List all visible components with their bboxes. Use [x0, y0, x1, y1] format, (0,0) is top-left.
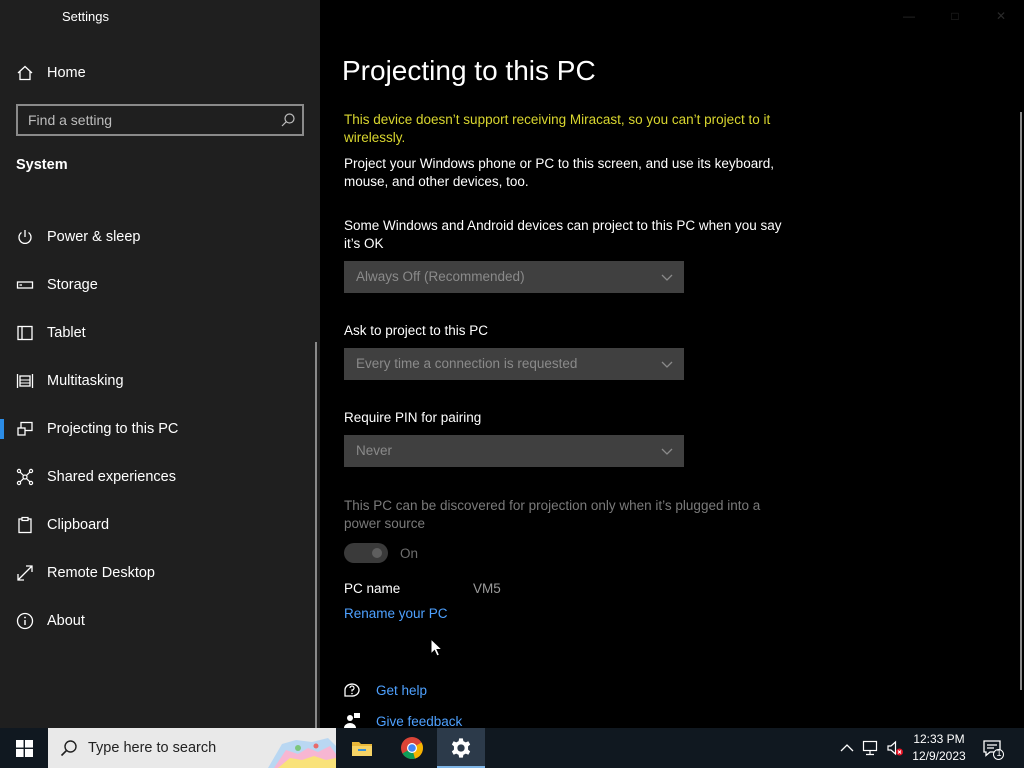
taskbar: Type here to search 12:33 PM 12/9/2023 1: [0, 728, 1024, 768]
search-highlight-illustration-icon: [268, 738, 336, 768]
close-icon: ✕: [995, 9, 1007, 23]
search-icon: [60, 740, 77, 757]
sidebar-item-label: Storage: [47, 277, 98, 293]
chrome-icon: [401, 737, 423, 760]
sidebar-item-label: Projecting to this PC: [47, 421, 179, 437]
chevron-up-icon[interactable]: [838, 739, 856, 757]
network-icon[interactable]: [862, 739, 880, 757]
get-help-link[interactable]: Get help: [376, 683, 427, 698]
require-pin-dropdown[interactable]: Never: [344, 435, 684, 467]
dropdown-value: Never: [356, 443, 393, 458]
search-box: [16, 104, 304, 136]
mouse-cursor-icon: [430, 638, 444, 657]
ask-to-project-label: Ask to project to this PC: [344, 323, 489, 338]
sidebar-item-clipboard[interactable]: Clipboard: [0, 505, 320, 545]
sidebar-item-label: Multitasking: [47, 373, 124, 389]
minimize-icon: —: [903, 9, 915, 23]
sidebar-item-remote-desktop[interactable]: Remote Desktop: [0, 553, 320, 593]
ask-to-project-dropdown[interactable]: Every time a connection is requested: [344, 348, 684, 380]
section-title: System: [16, 157, 68, 173]
clock-time: 12:33 PM: [913, 732, 965, 746]
start-button[interactable]: [0, 728, 48, 768]
maximize-button[interactable]: □: [932, 0, 978, 32]
settings-icon: [451, 738, 471, 758]
sidebar-item-label: Tablet: [47, 325, 86, 341]
sidebar-scrollbar[interactable]: [315, 342, 317, 728]
sidebar-item-label: Shared experiences: [47, 469, 176, 485]
storage-icon: [16, 276, 34, 294]
volume-muted-icon[interactable]: [886, 739, 904, 757]
chevron-down-icon: [660, 444, 674, 458]
window-controls: — □ ✕: [886, 0, 1024, 32]
sidebar-item-projecting[interactable]: Projecting to this PC: [0, 409, 320, 449]
chevron-down-icon: [660, 357, 674, 371]
info-icon: [16, 612, 34, 630]
dropdown-value: Always Off (Recommended): [356, 269, 525, 284]
get-help-icon: [343, 682, 361, 700]
pc-name-value: VM5: [473, 581, 501, 596]
taskbar-search-box[interactable]: Type here to search: [48, 728, 336, 768]
power-icon: [16, 228, 34, 246]
main-content: — □ ✕ Projecting to this PC This device …: [320, 0, 1024, 729]
sidebar-item-storage[interactable]: Storage: [0, 265, 320, 305]
sidebar: Settings Home System Power & sleep Stora…: [0, 0, 320, 728]
sidebar-item-label: Remote Desktop: [47, 565, 155, 581]
chevron-down-icon: [660, 270, 674, 284]
taskbar-chrome[interactable]: [388, 728, 436, 768]
sidebar-item-label: Clipboard: [47, 517, 110, 533]
shared-experiences-icon: [16, 468, 34, 486]
page-title: Projecting to this PC: [342, 55, 596, 86]
toggle-knob: [372, 548, 382, 558]
pc-name-label: PC name: [344, 581, 401, 596]
sidebar-item-label: Home: [47, 65, 86, 81]
project-permission-dropdown[interactable]: Always Off (Recommended): [344, 261, 684, 293]
remote-desktop-icon: [16, 564, 34, 582]
tablet-icon: [16, 324, 34, 342]
search-icon[interactable]: [280, 112, 296, 128]
multitasking-icon: [16, 372, 34, 390]
sidebar-item-about[interactable]: About: [0, 601, 320, 641]
sidebar-item-home[interactable]: Home: [0, 56, 320, 90]
require-pin-label: Require PIN for pairing: [344, 410, 482, 425]
rename-pc-link[interactable]: Rename your PC: [344, 606, 448, 621]
taskbar-search-placeholder: Type here to search: [88, 740, 217, 756]
projecting-icon: [16, 420, 34, 438]
give-feedback-link[interactable]: Give feedback: [376, 714, 462, 729]
sidebar-item-multitasking[interactable]: Multitasking: [0, 361, 320, 401]
file-explorer-icon: [352, 742, 372, 756]
home-icon: [16, 64, 34, 82]
search-input[interactable]: [28, 111, 268, 129]
sidebar-item-shared-experiences[interactable]: Shared experiences: [0, 457, 320, 497]
main-scrollbar[interactable]: [1020, 112, 1022, 690]
clipboard-icon: [16, 516, 34, 534]
sidebar-item-tablet[interactable]: Tablet: [0, 313, 320, 353]
clock-date: 12/9/2023: [912, 749, 966, 763]
power-source-toggle[interactable]: [344, 543, 388, 563]
taskbar-clock[interactable]: 12:33 PM 12/9/2023: [906, 731, 972, 765]
notification-count: 1: [996, 748, 1002, 758]
toggle-state-label: On: [400, 546, 419, 561]
sidebar-item-power-sleep[interactable]: Power & sleep: [0, 217, 320, 257]
app-title: Settings: [62, 9, 109, 24]
sidebar-item-label: Power & sleep: [47, 229, 141, 245]
selection-indicator: [0, 419, 4, 439]
project-permission-label: Some Windows and Android devices can pro…: [344, 218, 782, 251]
taskbar-settings[interactable]: [437, 728, 485, 768]
sidebar-item-label: About: [47, 613, 85, 629]
dropdown-value: Every time a connection is requested: [356, 356, 578, 371]
maximize-icon: □: [951, 9, 959, 23]
action-center-button[interactable]: 1: [982, 738, 1004, 760]
page-description: Project your Windows phone or PC to this…: [344, 156, 774, 189]
power-source-note: This PC can be discovered for projection…: [344, 498, 761, 531]
windows-logo-icon: [15, 739, 33, 757]
miracast-warning: This device doesn’t support receiving Mi…: [344, 112, 771, 145]
minimize-button[interactable]: —: [886, 0, 932, 32]
taskbar-file-explorer[interactable]: [338, 728, 386, 768]
close-button[interactable]: ✕: [978, 0, 1024, 32]
